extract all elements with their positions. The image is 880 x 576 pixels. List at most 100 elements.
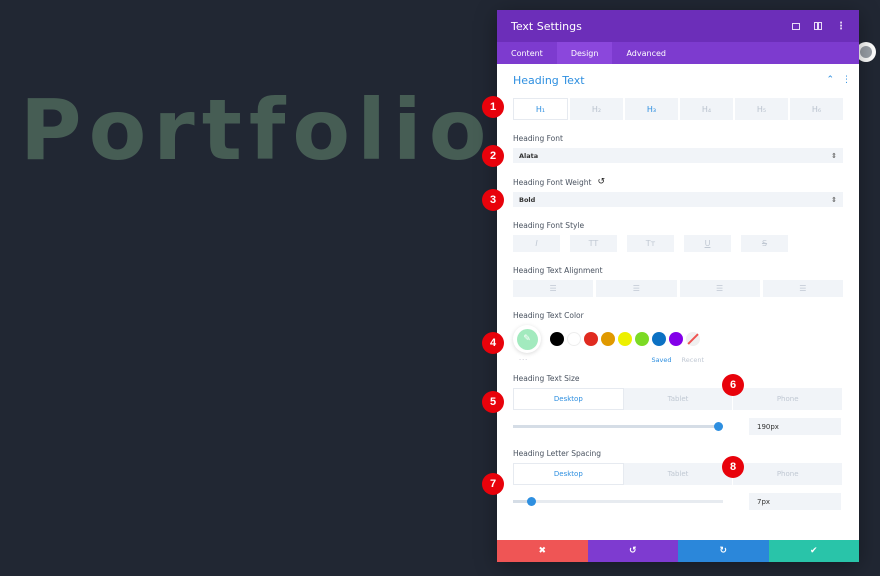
modal-header: Text Settings ⋮: [497, 10, 859, 42]
expand-icon[interactable]: [792, 22, 800, 30]
undo-button[interactable]: ↺: [587, 540, 678, 562]
justify-button[interactable]: ☰: [762, 280, 843, 297]
heading-font-label: Heading Font: [513, 134, 843, 143]
heading-font-value: Alata: [519, 151, 539, 160]
capitalize-button[interactable]: Tт: [627, 235, 674, 252]
color-swatch-purple[interactable]: [669, 332, 683, 346]
justify-icon: ☰: [799, 284, 807, 293]
heading-level-tabs: H₁ H₂ H₃ H₄ H₅ H₆: [513, 98, 843, 120]
select-arrows-icon: ⇕: [831, 151, 837, 160]
align-left-button[interactable]: ☰: [513, 280, 594, 297]
uppercase-button[interactable]: TT: [570, 235, 617, 252]
step-marker: 5: [482, 391, 504, 413]
heading-level-h5[interactable]: H₅: [735, 98, 788, 120]
color-swatch-blue[interactable]: [652, 332, 666, 346]
heading-level-h1[interactable]: H₁: [513, 98, 568, 120]
tab-content[interactable]: Content: [497, 42, 557, 64]
heading-font-label-text: Heading Font: [513, 134, 563, 143]
tab-advanced[interactable]: Advanced: [612, 42, 680, 64]
heading-text-alignment-label-text: Heading Text Alignment: [513, 266, 603, 275]
text-size-tab-desktop[interactable]: Desktop: [513, 388, 624, 410]
heading-level-h2[interactable]: H₂: [570, 98, 623, 120]
capitalize-icon: Tт: [645, 239, 656, 248]
step-marker: 2: [482, 145, 504, 167]
heading-text-color-label: Heading Text Color: [513, 311, 843, 320]
redo-button[interactable]: ↻: [678, 540, 769, 562]
italic-icon: I: [535, 239, 538, 248]
select-arrows-icon: ⇕: [831, 195, 837, 204]
recent-colors-tab[interactable]: Recent: [682, 356, 704, 364]
side-panel-toggle[interactable]: [856, 42, 876, 62]
modal-title: Text Settings: [511, 19, 582, 33]
align-right-icon: ☰: [716, 284, 724, 293]
align-right-button[interactable]: ☰: [679, 280, 760, 297]
slider-thumb[interactable]: [527, 496, 537, 506]
color-swatch-white[interactable]: [567, 332, 581, 346]
uppercase-icon: TT: [588, 239, 599, 248]
reset-icon[interactable]: ↺: [597, 177, 605, 187]
heading-text-alignment-label: Heading Text Alignment: [513, 266, 843, 275]
text-size-device-tabs: Desktop Tablet Phone: [513, 388, 844, 410]
step-marker: 6: [722, 374, 744, 396]
slider-thumb[interactable]: [714, 421, 724, 431]
check-icon: ✔: [809, 546, 818, 556]
more-options-icon[interactable]: ⋮: [836, 21, 846, 31]
heading-letter-spacing-label: Heading Letter Spacing: [513, 449, 843, 458]
chevron-up-icon[interactable]: ⌃: [826, 75, 834, 85]
portfolio-heading[interactable]: Portfolio: [20, 88, 493, 172]
heading-font-style-label-text: Heading Font Style: [513, 221, 585, 230]
text-size-tab-phone[interactable]: Phone: [733, 388, 844, 410]
strikethrough-button[interactable]: S: [741, 235, 788, 252]
letter-spacing-row: 7px: [513, 493, 843, 510]
color-footer: ··· Saved Recent: [513, 356, 843, 364]
letter-spacing-slider[interactable]: [513, 496, 723, 506]
heading-font-weight-label: Heading Font Weight ↺: [513, 177, 843, 187]
color-swatch-green[interactable]: [635, 332, 649, 346]
heading-level-h6[interactable]: H₆: [790, 98, 843, 120]
letter-spacing-device-tabs: Desktop Tablet Phone: [513, 463, 844, 485]
clear-color-icon[interactable]: [686, 332, 700, 346]
cancel-button[interactable]: ✖: [497, 540, 588, 562]
alignment-buttons: ☰ ☰ ☰ ☰: [513, 280, 843, 297]
letter-spacing-input[interactable]: 7px: [749, 493, 841, 510]
split-view-icon[interactable]: [814, 22, 822, 30]
underline-button[interactable]: U: [684, 235, 731, 252]
save-button[interactable]: ✔: [768, 540, 859, 562]
more-colors-icon[interactable]: ···: [513, 356, 528, 364]
heading-text-size-label: Heading Text Size: [513, 374, 843, 383]
heading-text-size-label-text: Heading Text Size: [513, 374, 580, 383]
strikethrough-icon: S: [761, 239, 768, 248]
close-icon: ✖: [538, 546, 547, 556]
color-swatch-black[interactable]: [550, 332, 564, 346]
letter-spacing-tab-tablet[interactable]: Tablet: [623, 463, 734, 485]
color-swatch-orange[interactable]: [601, 332, 615, 346]
heading-level-h3[interactable]: H₃: [625, 98, 678, 120]
italic-button[interactable]: I: [513, 235, 560, 252]
color-picker-button[interactable]: ✎: [513, 325, 541, 353]
step-marker: 4: [482, 332, 504, 354]
heading-level-h4[interactable]: H₄: [680, 98, 733, 120]
globe-icon: [860, 46, 872, 58]
section-more-icon[interactable]: ⋮: [842, 75, 851, 85]
color-swatch-yellow[interactable]: [618, 332, 632, 346]
section-header[interactable]: Heading Text ⌃ ⋮: [513, 64, 851, 96]
modal-footer: ✖ ↺ ↻ ✔: [497, 540, 859, 562]
settings-content: Heading Text ⌃ ⋮ H₁ H₂ H₃ H₄ H₅ H₆ Headi…: [497, 64, 859, 510]
heading-font-select[interactable]: Alata ⇕: [513, 148, 843, 163]
step-marker: 1: [482, 96, 504, 118]
saved-colors-tab[interactable]: Saved: [651, 356, 671, 364]
text-size-slider[interactable]: [513, 421, 724, 431]
heading-font-weight-select[interactable]: Bold ⇕: [513, 192, 843, 207]
letter-spacing-tab-phone[interactable]: Phone: [733, 463, 844, 485]
align-center-button[interactable]: ☰: [596, 280, 677, 297]
tab-design[interactable]: Design: [556, 42, 613, 64]
text-size-input[interactable]: 190px: [749, 418, 841, 435]
letter-spacing-tab-desktop[interactable]: Desktop: [513, 463, 624, 485]
heading-font-style-label: Heading Font Style: [513, 221, 843, 230]
step-marker: 7: [482, 473, 504, 495]
align-left-icon: ☰: [549, 284, 557, 293]
text-size-row: 190px: [513, 418, 843, 435]
color-swatch-red[interactable]: [584, 332, 598, 346]
text-size-tab-tablet[interactable]: Tablet: [623, 388, 734, 410]
slider-fill: [513, 425, 719, 428]
